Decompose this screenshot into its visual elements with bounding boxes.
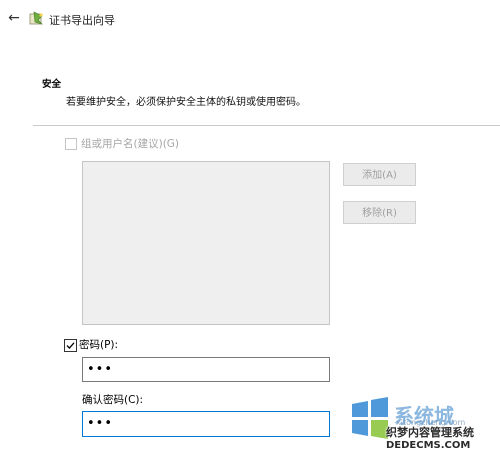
group-user-checkbox[interactable] <box>65 138 77 150</box>
user-listbox[interactable] <box>82 161 330 325</box>
checkmark-icon <box>66 342 75 349</box>
watermark-site-url: DEDECMS.COM <box>386 440 471 451</box>
group-user-label: 组或用户名(建议)(G) <box>81 138 180 150</box>
password-field[interactable]: ••• <box>82 357 330 382</box>
password-checkbox[interactable] <box>64 339 77 352</box>
add-button[interactable]: 添加(A) <box>343 163 416 186</box>
password-label: 密码(P): <box>79 339 119 351</box>
section-description: 若要维护安全，必须保护安全主体的私钥或使用密码。 <box>66 97 306 108</box>
certificate-wizard-icon <box>29 11 45 27</box>
wizard-title: 证书导出向导 <box>49 14 115 27</box>
back-arrow-icon[interactable]: ← <box>6 10 22 26</box>
section-heading: 安全 <box>42 79 62 90</box>
watermark-site-name: 织梦内容管理系统 <box>386 426 474 439</box>
confirm-password-field[interactable]: ••• <box>82 411 330 437</box>
confirm-password-label: 确认密码(C): <box>82 394 144 406</box>
remove-button[interactable]: 移除(R) <box>343 201 416 224</box>
divider <box>33 125 500 126</box>
